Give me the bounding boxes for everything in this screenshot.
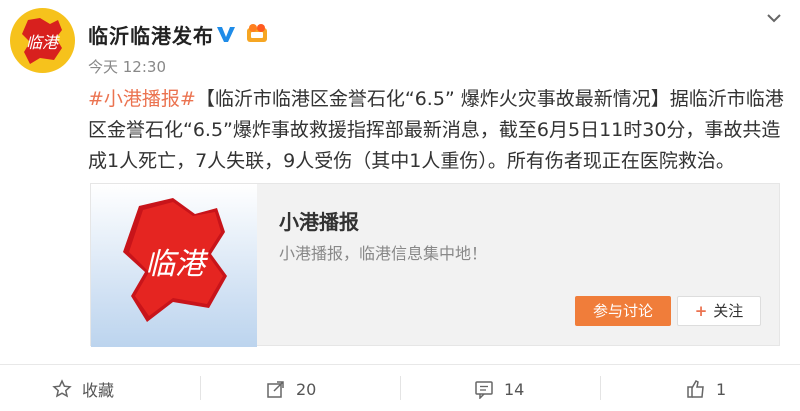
like-count: 1	[716, 379, 727, 399]
comment-icon	[475, 381, 493, 399]
divider	[200, 376, 201, 400]
star-icon	[52, 379, 72, 398]
repost-count: 20	[296, 379, 317, 399]
thumbs-up-icon	[687, 380, 704, 398]
card-image-text: 临港	[145, 247, 209, 282]
discuss-button[interactable]: 参与讨论	[575, 296, 671, 326]
comment-button[interactable]: 14	[474, 376, 524, 402]
like-button[interactable]: 1	[686, 376, 726, 402]
hashtag-link[interactable]: #小港播报#	[88, 88, 196, 110]
username[interactable]: 临沂临港发布	[88, 20, 214, 49]
divider	[600, 376, 601, 400]
post-text: #小港播报#【临沂市临港区金誉石化“6.5” 爆炸火灾事故最新情况】据临沂市临港…	[88, 84, 788, 177]
divider	[400, 376, 401, 400]
card-image[interactable]: 临港	[91, 184, 257, 347]
card-title[interactable]: 小港播报	[279, 206, 359, 235]
favorite-button[interactable]: 收藏	[52, 376, 114, 402]
follow-label: 关注	[713, 302, 744, 320]
avatar[interactable]: 临港	[10, 8, 75, 73]
divider	[0, 364, 800, 365]
card-description: 小港播报，临港信息集中地！	[279, 244, 488, 263]
plus-icon: +	[694, 302, 708, 320]
avatar-text: 临港	[26, 33, 60, 52]
favorite-label: 收藏	[82, 381, 115, 400]
follow-button[interactable]: + 关注	[677, 296, 761, 326]
post-time[interactable]: 今天 12:30	[88, 56, 166, 77]
repost-icon	[267, 381, 284, 398]
link-card[interactable]: 临港 小港播报 小港播报，临港信息集中地！ 参与讨论 + 关注	[90, 183, 780, 347]
verified-icon	[217, 27, 235, 42]
repost-button[interactable]: 20	[266, 376, 316, 402]
vip-badge-icon[interactable]	[244, 22, 270, 44]
chevron-down-icon[interactable]	[766, 12, 782, 24]
comment-count: 14	[504, 379, 525, 399]
